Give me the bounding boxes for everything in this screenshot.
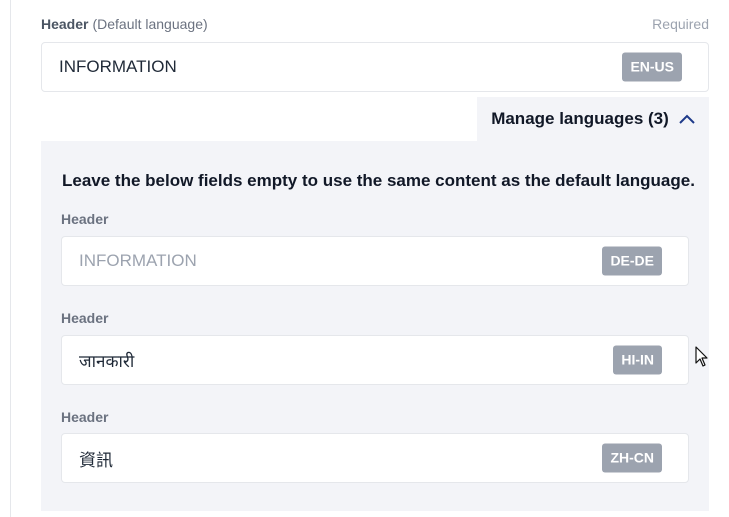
header-input-de-de[interactable]: INFORMATION DE-DE	[61, 236, 689, 286]
field-label-hi-in: Header	[61, 310, 109, 326]
field-label-de-de: Header	[61, 211, 109, 227]
mouse-pointer-icon	[695, 346, 709, 373]
locale-badge-zh-cn: ZH-CN	[602, 443, 662, 473]
header-input-zh-cn[interactable]: 資訊 ZH-CN	[61, 433, 689, 483]
manage-languages-toggle[interactable]: Manage languages (3)	[477, 97, 709, 141]
locale-badge-en-us: EN-US	[622, 52, 682, 82]
chevron-up-icon	[679, 109, 695, 129]
value-zh-cn: 資訊	[79, 450, 113, 470]
value-hi-in: जानकारी	[79, 351, 135, 371]
default-field-label: Header	[41, 16, 89, 32]
default-field-header: Header (Default language) Required	[41, 16, 709, 36]
default-header-value: INFORMATION	[59, 57, 177, 76]
placeholder-de-de: INFORMATION	[79, 251, 197, 270]
left-divider	[10, 0, 11, 517]
field-label-zh-cn: Header	[61, 409, 109, 425]
default-field-sublabel: (Default language)	[92, 16, 208, 32]
panel-hint: Leave the below fields empty to use the …	[62, 171, 695, 190]
manage-languages-label: Manage languages (3)	[491, 109, 669, 128]
languages-panel: Leave the below fields empty to use the …	[41, 141, 709, 511]
header-input-hi-in[interactable]: जानकारी HI-IN	[61, 335, 689, 385]
required-indicator: Required	[652, 16, 709, 32]
locale-badge-de-de: DE-DE	[602, 246, 662, 276]
default-header-input[interactable]: INFORMATION EN-US	[41, 42, 709, 92]
locale-badge-hi-in: HI-IN	[613, 345, 662, 375]
